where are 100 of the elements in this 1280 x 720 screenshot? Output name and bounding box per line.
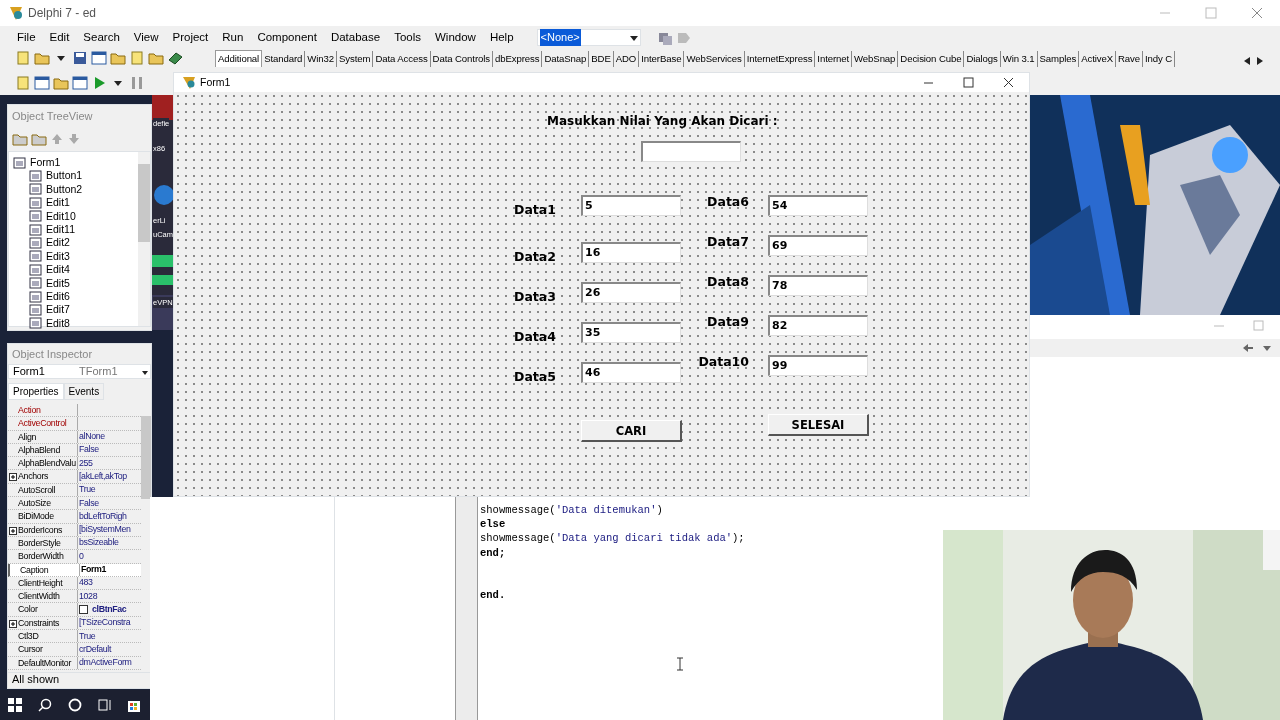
- page-icon[interactable]: [129, 50, 145, 66]
- tree-item[interactable]: Edit7: [46, 303, 70, 317]
- palette-tab[interactable]: Dialogs: [964, 50, 1001, 67]
- field-label: Data2: [514, 248, 556, 266]
- tree-item[interactable]: Form1: [30, 156, 61, 170]
- palette-tab[interactable]: InternetExpress: [744, 50, 816, 67]
- folder-icon[interactable]: [110, 50, 126, 66]
- form-icon[interactable]: [72, 75, 88, 91]
- tree-item[interactable]: Edit2: [46, 236, 70, 250]
- value-input[interactable]: 69: [768, 235, 868, 256]
- value-input[interactable]: 46: [581, 362, 681, 383]
- menu-item[interactable]: Search: [76, 26, 127, 49]
- component-icon: [29, 210, 42, 223]
- value-input[interactable]: 82: [768, 315, 868, 336]
- windows-icon[interactable]: [34, 75, 50, 91]
- value-input[interactable]: 99: [768, 355, 868, 376]
- palette-tab[interactable]: Data Access: [373, 50, 431, 67]
- palette-tab[interactable]: Win32: [305, 50, 337, 67]
- folder-icon[interactable]: [31, 131, 47, 147]
- menu-item[interactable]: Tools: [387, 26, 428, 49]
- palette-tab[interactable]: Win 3.1: [1000, 50, 1038, 67]
- tree-item[interactable]: Edit8: [46, 316, 70, 331]
- store-icon[interactable]: [128, 698, 140, 712]
- property-name: BorderIcons: [18, 524, 63, 535]
- menu-item[interactable]: Help: [482, 26, 521, 49]
- inspector-tab[interactable]: Events: [63, 383, 105, 400]
- prompt-label: Masukkan Nilai Yang Akan Dicari :: [547, 113, 778, 130]
- save-icon[interactable]: [72, 50, 88, 66]
- menu-item[interactable]: Window: [428, 26, 483, 49]
- scrollbar[interactable]: [138, 152, 150, 326]
- tree-item[interactable]: Button2: [46, 182, 83, 197]
- menu-item[interactable]: View: [126, 26, 166, 49]
- property-value: 483: [79, 576, 93, 590]
- value-input[interactable]: 35: [581, 322, 681, 343]
- value-input[interactable]: 78: [768, 275, 868, 296]
- form-button[interactable]: CARI: [581, 420, 682, 442]
- expand-icon[interactable]: [9, 526, 17, 535]
- property-row[interactable]: Anchors [akLeft,akTop: [8, 470, 141, 484]
- palette-tab[interactable]: Rave: [1116, 50, 1144, 67]
- folder-icon[interactable]: [12, 131, 28, 147]
- value-input[interactable]: 26: [581, 282, 681, 303]
- palette-tab[interactable]: ADO: [613, 50, 640, 67]
- property-name: Action: [18, 405, 41, 415]
- palette-tab[interactable]: BDE: [589, 50, 614, 67]
- expand-icon[interactable]: [9, 619, 17, 628]
- palette-tab[interactable]: dbExpress: [492, 50, 543, 67]
- palette-tab[interactable]: InterBase: [639, 50, 685, 67]
- tree-item[interactable]: Edit11: [46, 222, 75, 237]
- configuration-combo[interactable]: <None>: [536, 29, 641, 46]
- menu-item[interactable]: Database: [323, 26, 388, 49]
- tree-item[interactable]: Edit10: [46, 209, 76, 223]
- expand-icon[interactable]: [9, 473, 17, 482]
- window-icon[interactable]: [91, 50, 107, 66]
- form-button[interactable]: SELESAI: [768, 414, 869, 436]
- palette-tab[interactable]: DataSnap: [542, 50, 590, 67]
- palette-tab[interactable]: System: [337, 50, 374, 67]
- value-input[interactable]: 54: [768, 195, 868, 216]
- component-combo[interactable]: Form1 TForm1: [8, 364, 151, 379]
- menu-item[interactable]: Project: [165, 26, 216, 49]
- property-value: crDefault: [79, 643, 112, 656]
- palette-tab[interactable]: Decision Cube: [898, 50, 965, 67]
- windows-start-icon[interactable]: [8, 698, 22, 712]
- tree-item[interactable]: Edit6: [46, 289, 70, 304]
- property-value: Form1: [81, 563, 107, 576]
- search-icon[interactable]: [38, 698, 52, 712]
- circle-icon[interactable]: [68, 698, 82, 712]
- task-view-icon[interactable]: [98, 698, 112, 712]
- component-icon: [29, 290, 42, 303]
- tree-item[interactable]: Edit5: [46, 276, 70, 290]
- tree-item[interactable]: Edit3: [46, 249, 70, 264]
- tree-item[interactable]: Button1: [46, 169, 83, 183]
- palette-tab[interactable]: Data Controls: [430, 50, 493, 67]
- palette-tab[interactable]: Internet: [815, 50, 853, 67]
- inspector-tab[interactable]: Properties: [8, 383, 64, 400]
- tree-item[interactable]: Edit1: [46, 196, 70, 210]
- palette-tab[interactable]: WebServices: [684, 50, 745, 67]
- palette-tab[interactable]: ActiveX: [1079, 50, 1117, 67]
- code-line: showmessage('Data yang dicari tidak ada');: [480, 531, 746, 546]
- palette-tab[interactable]: Standard: [262, 50, 306, 67]
- menu-item[interactable]: Edit: [42, 26, 77, 49]
- menu-item[interactable]: File: [10, 26, 43, 49]
- property-row[interactable]: Constraints [TSizeConstra: [8, 616, 141, 631]
- property-name: AlphaBlend: [18, 444, 60, 455]
- property-row[interactable]: Color clBtnFac: [8, 603, 141, 617]
- combo-value: <None>: [539, 29, 581, 46]
- scroll-left-icon[interactable]: [1242, 55, 1252, 67]
- value-input[interactable]: 5: [581, 195, 681, 216]
- property-name: AutoScroll: [18, 484, 56, 495]
- scroll-right-icon[interactable]: [1255, 55, 1265, 67]
- search-input[interactable]: [641, 141, 741, 162]
- property-row[interactable]: BorderIcons [biSystemMen: [8, 523, 141, 537]
- menu-item[interactable]: Component: [250, 26, 324, 49]
- back-arrow-icon[interactable]: [1242, 343, 1254, 353]
- tree-item[interactable]: Edit4: [46, 263, 70, 277]
- palette-tab[interactable]: Samples: [1037, 50, 1080, 67]
- palette-tab[interactable]: WebSnap: [852, 50, 899, 67]
- form-title: Form1: [200, 74, 231, 90]
- value-input[interactable]: 16: [581, 242, 681, 263]
- palette-tab[interactable]: Indy C: [1143, 50, 1176, 67]
- menu-item[interactable]: Run: [215, 26, 251, 49]
